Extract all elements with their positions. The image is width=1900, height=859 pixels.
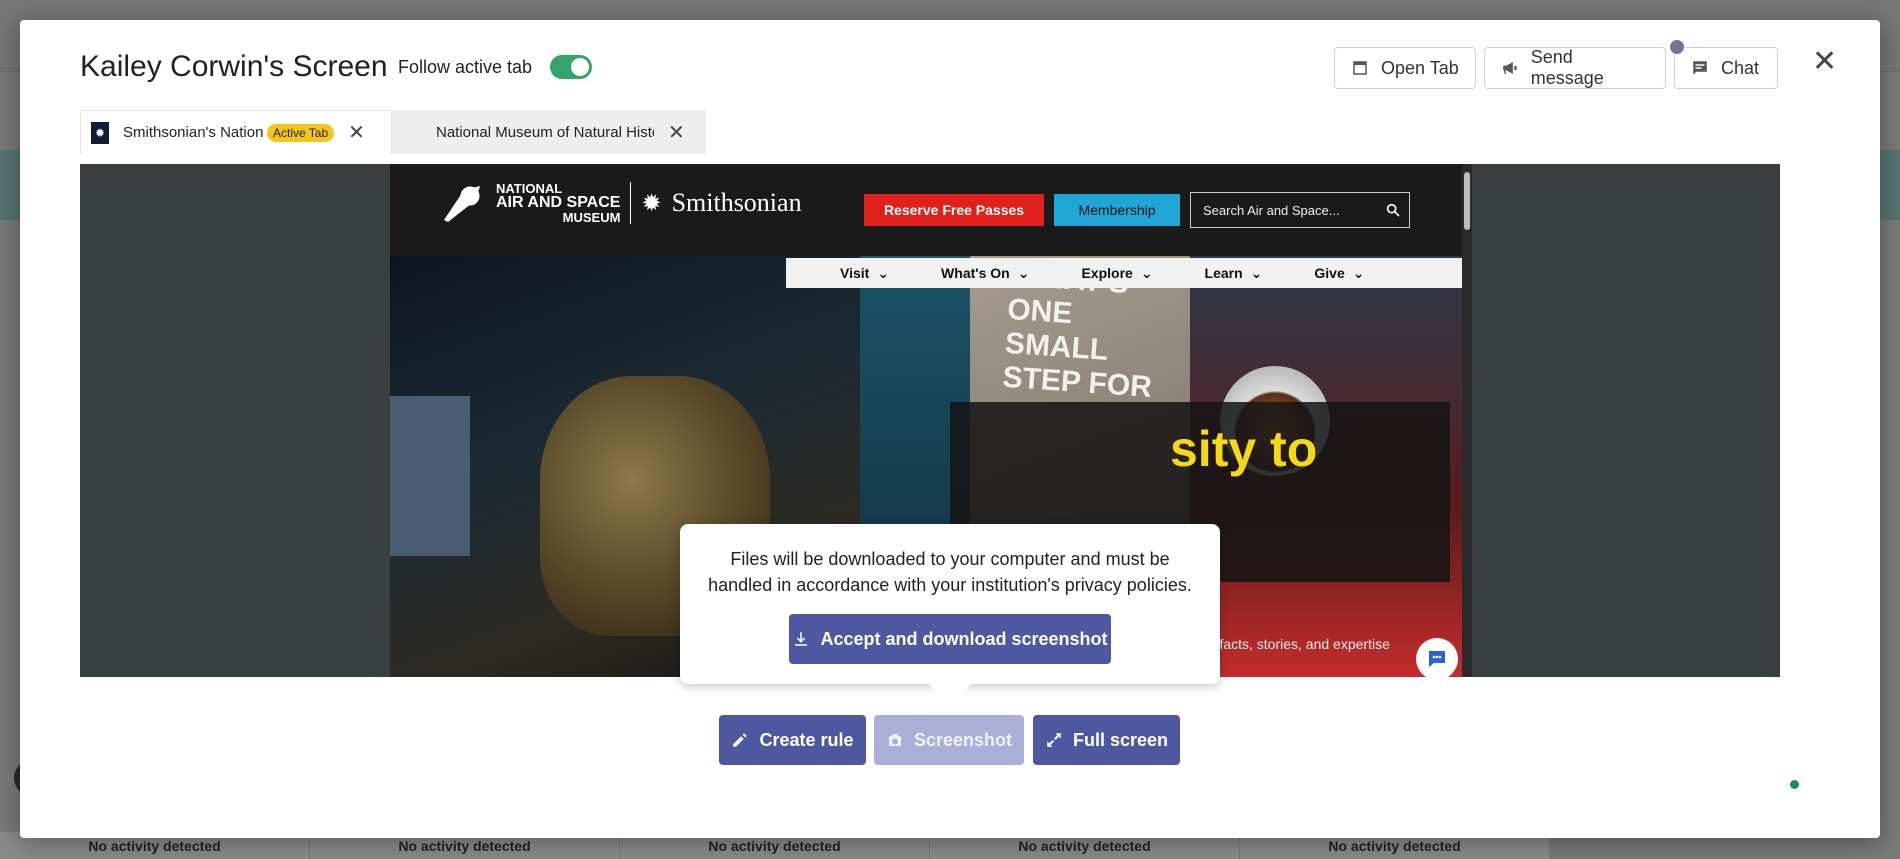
chevron-down-icon: ⌄	[877, 264, 890, 281]
chat-bubble-icon	[1693, 61, 1707, 75]
chat-notification-dot	[1670, 40, 1684, 54]
site-chat-widget[interactable]	[1416, 638, 1458, 677]
browser-window-icon	[1353, 61, 1367, 75]
logo-line: MUSEUM	[562, 210, 621, 225]
camera-icon	[888, 734, 901, 746]
chat-button[interactable]: Chat	[1674, 47, 1778, 89]
page-scrollbar[interactable]	[1462, 164, 1472, 677]
hero-moon-panel	[390, 396, 470, 556]
site-logo[interactable]: NATIONAL AIR AND SPACE MUSEUM ✹ Smithson…	[440, 182, 802, 224]
chevron-down-icon: ⌄	[1352, 264, 1365, 281]
chat-bubble-icon	[1429, 651, 1445, 667]
nav-item-learn[interactable]: Learn ⌄	[1205, 265, 1263, 282]
send-message-button[interactable]: Send message	[1484, 47, 1666, 89]
download-consent-popover: Files will be downloaded to your compute…	[680, 524, 1220, 684]
smithsonian-brand: Smithsonian	[671, 188, 802, 217]
chevron-down-icon: ⌄	[1250, 264, 1263, 281]
send-message-label: Send message	[1530, 47, 1604, 88]
follow-active-tab-toggle[interactable]	[550, 55, 592, 79]
accept-download-label: Accept and download screenshot	[820, 628, 1108, 649]
screenshot-button[interactable]: Screenshot	[874, 715, 1024, 765]
follow-active-tab-label: Follow active tab	[398, 57, 533, 77]
logo-text: NATIONAL AIR AND SPACE MUSEUM	[496, 182, 620, 224]
nav-label: Give	[1314, 265, 1345, 281]
site-search-input[interactable]: Search Air and Space...	[1190, 192, 1410, 228]
nav-label: Explore	[1081, 265, 1133, 281]
pencil-icon	[733, 733, 748, 747]
close-icon[interactable]: ✕	[1812, 47, 1837, 77]
full-screen-button[interactable]: Full screen	[1033, 715, 1180, 765]
rocket-logo-icon	[444, 186, 480, 222]
active-tab-badge: Active Tab	[267, 123, 335, 142]
smithsonian-sun-icon: ✹	[641, 189, 662, 217]
download-icon	[795, 632, 808, 646]
chat-label: Chat	[1721, 57, 1760, 78]
hero-heading: sity to	[1170, 421, 1318, 477]
full-screen-label: Full screen	[1072, 729, 1169, 750]
popover-message: Files will be downloaded to your compute…	[708, 549, 1192, 595]
expand-icon	[1047, 733, 1061, 747]
close-tab-icon[interactable]: ✕	[668, 120, 685, 145]
status-dot	[1790, 780, 1799, 789]
tab-natural-history[interactable]: National Museum of Natural History ✕	[392, 110, 706, 154]
nav-item-visit[interactable]: Visit ⌄	[840, 265, 889, 282]
chevron-down-icon: ⌄	[1140, 264, 1153, 281]
create-rule-label: Create rule	[759, 729, 854, 750]
create-rule-button[interactable]: Create rule	[719, 715, 866, 765]
nav-label: Visit	[840, 265, 870, 281]
membership-button[interactable]: Membership	[1054, 194, 1180, 226]
nav-item-whats-on[interactable]: What's On ⌄	[941, 265, 1029, 282]
nav-label: What's On	[941, 265, 1010, 281]
reserve-free-passes-button[interactable]: Reserve Free Passes	[864, 194, 1044, 226]
logo-line: AIR AND SPACE	[496, 194, 621, 211]
site-navigation: Visit ⌄ What's On ⌄ Explore ⌄ Learn ⌄ Give ⌄	[786, 258, 1462, 288]
chevron-down-icon: ⌄	[1017, 264, 1030, 281]
toggle-knob	[571, 58, 589, 76]
search-icon[interactable]	[1385, 202, 1401, 218]
search-placeholder: Search Air and Space...	[1203, 202, 1340, 218]
tab-smithsonian-air-and-space[interactable]: ✹ Smithsonian's National Air and Space M…	[80, 110, 392, 154]
open-tab-button[interactable]: Open Tab	[1334, 47, 1476, 89]
tab-title: National Museum of Natural History	[436, 123, 654, 141]
tab-title: Smithsonian's National Air and Space Mus…	[123, 124, 263, 141]
accept-download-button[interactable]: Accept and download screenshot	[789, 614, 1111, 664]
hero-subtext: artifacts, stories, and expertise	[1200, 636, 1390, 652]
open-tab-label: Open Tab	[1381, 57, 1459, 78]
logo-divider	[630, 182, 632, 224]
nav-label: Learn	[1204, 265, 1243, 281]
megaphone-icon	[1503, 62, 1517, 74]
nav-item-give[interactable]: Give ⌄	[1314, 265, 1364, 282]
popover-arrow	[928, 683, 972, 709]
smithsonian-sun-icon: ✹	[91, 121, 109, 144]
screenshot-label: Screenshot	[913, 729, 1013, 750]
nav-item-explore[interactable]: Explore ⌄	[1081, 265, 1152, 282]
modal-title: Kailey Corwin's Screen	[80, 50, 388, 83]
close-tab-icon[interactable]: ✕	[348, 120, 365, 145]
scrollbar-thumb[interactable]	[1464, 172, 1470, 230]
